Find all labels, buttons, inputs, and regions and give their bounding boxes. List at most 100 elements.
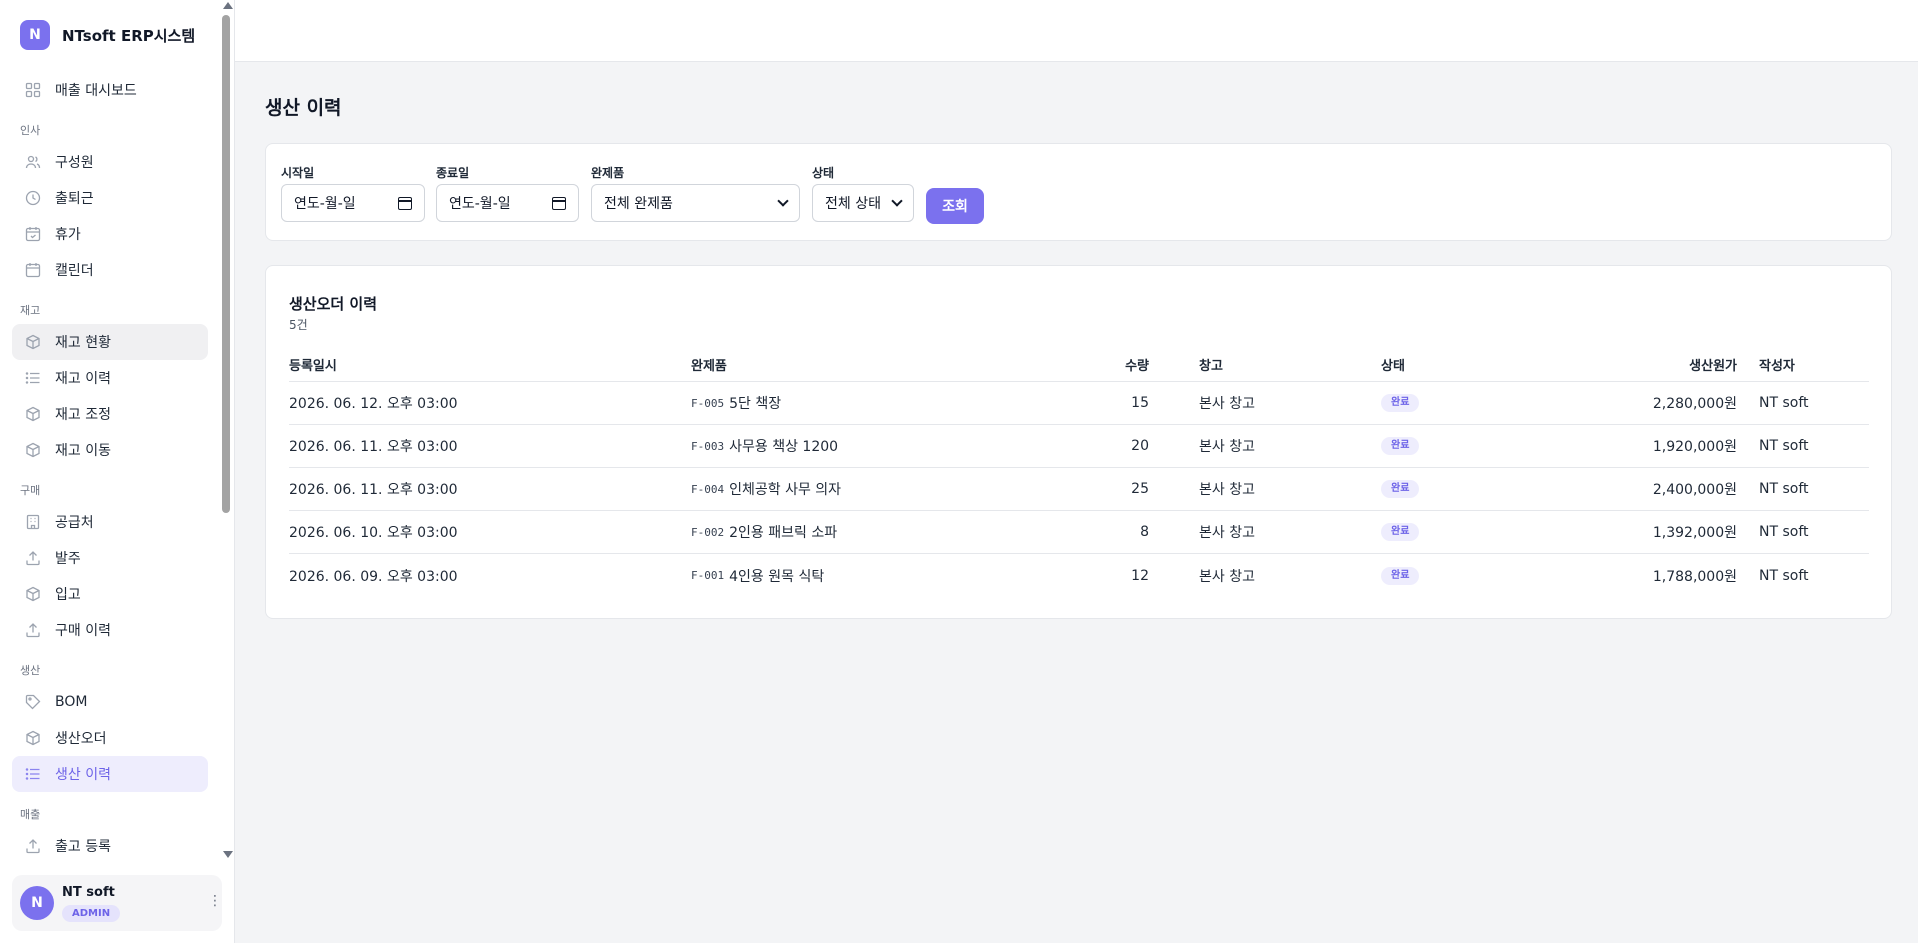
scroll-up-arrow-icon[interactable]: [223, 2, 233, 9]
sidebar-section-label: 매출: [20, 808, 41, 821]
box-icon: [24, 405, 42, 423]
sidebar-section-label: 재고: [20, 304, 41, 317]
sidebar-item[interactable]: 재고 조정: [12, 396, 208, 432]
qty-value: 12: [1131, 567, 1149, 584]
user-card[interactable]: N NT soft ADMIN ⋮: [12, 875, 222, 931]
sidebar-item-label: 출퇴근: [55, 191, 94, 207]
sidebar-item[interactable]: 출퇴근: [12, 180, 208, 216]
sidebar-item[interactable]: 입고: [12, 576, 208, 612]
end-date-value: 연도-월-일: [449, 196, 511, 212]
sidebar-item[interactable]: 매출 대시보드: [12, 72, 208, 108]
sidebar-item[interactable]: 공급처: [12, 504, 208, 540]
row-author: NT soft: [1759, 567, 1809, 584]
status-filter-group: 상태 전체 상태: [812, 164, 914, 222]
sidebar-item[interactable]: 캘린더: [12, 252, 208, 288]
cost-value: 1,920,000원: [1652, 439, 1737, 455]
sidebar-item-label: 휴가: [55, 227, 81, 243]
sidebar-item[interactable]: 생산오더: [12, 720, 208, 756]
status-select[interactable]: 전체 상태: [812, 184, 914, 222]
scroll-down-arrow-icon[interactable]: [223, 851, 233, 858]
upload-icon: [24, 549, 42, 567]
col-warehouse[interactable]: 창고: [1199, 348, 1223, 381]
building-icon: [24, 513, 42, 531]
page-title: 생산 이력: [265, 97, 342, 119]
col-author[interactable]: 작성자: [1759, 348, 1795, 381]
row-date: 2026. 06. 12. 오후 03:00: [289, 396, 458, 412]
sidebar-item-label: 입고: [55, 587, 81, 603]
status-badge: 완료: [1381, 394, 1420, 412]
sidebar-item[interactable]: 재고 현황: [12, 324, 208, 360]
col-status[interactable]: 상태: [1381, 348, 1405, 381]
row-author: NT soft: [1759, 481, 1809, 497]
product-code: F-002: [691, 525, 725, 539]
sidebar-item[interactable]: 출고 등록: [12, 828, 208, 864]
upload-icon: [24, 837, 42, 855]
sidebar-item-label: 생산오더: [55, 731, 107, 747]
sidebar-item[interactable]: 발주: [12, 540, 208, 576]
sidebar: N NTsoft ERP시스템 매출 대시보드 인사 구성원 출퇴근 휴가 캘린더 재고 재고…: [0, 0, 235, 943]
row-status: 완료: [1381, 425, 1420, 467]
table-row[interactable]: 2026. 06. 11. 오후 03:00 F-004 인체공학 사무 의자 25 본…: [289, 468, 1869, 511]
sidebar-item[interactable]: 재고 이동: [12, 432, 208, 468]
row-warehouse: 본사 창고: [1199, 439, 1255, 455]
start-date-input[interactable]: 연도-월-일: [281, 184, 425, 222]
sidebar-item[interactable]: 생산 이력: [12, 756, 208, 792]
row-date: 2026. 06. 11. 오후 03:00: [289, 482, 458, 498]
brand-name: NTsoft ERP시스템: [62, 26, 196, 45]
end-date-group: 종료일 연도-월-일: [436, 164, 579, 222]
avatar: N: [20, 886, 54, 920]
row-warehouse: 본사 창고: [1199, 396, 1255, 412]
status-select-value: 전체 상태: [825, 196, 881, 212]
chevron-down-icon: [777, 195, 789, 207]
product-select[interactable]: 전체 완제품: [591, 184, 800, 222]
list-icon: [24, 765, 42, 783]
sidebar-item-label: 재고 현황: [55, 335, 111, 351]
row-warehouse: 본사 창고: [1199, 568, 1255, 585]
product-name: 인체공학 사무 의자: [729, 482, 842, 498]
table-row[interactable]: 2026. 06. 11. 오후 03:00 F-003 사무용 책상 1200 20…: [289, 425, 1869, 468]
row-status: 완료: [1381, 382, 1420, 424]
sidebar-item[interactable]: 구매 이력: [12, 612, 208, 648]
list-count: 5건: [289, 318, 308, 332]
start-date-label: 시작일: [281, 166, 315, 180]
row-product: F-001 4인용 원목 식탁: [691, 554, 824, 597]
history-card: 생산오더 이력 5건 등록일시 완제품 수량 창고 상태 생산원가 작성자 20…: [265, 265, 1892, 619]
row-product: F-002 2인용 패브릭 소파: [691, 511, 837, 553]
search-button[interactable]: 조회: [926, 188, 984, 224]
list-icon: [24, 369, 42, 387]
sidebar-item-label: 매출 대시보드: [55, 83, 137, 99]
cost-value: 1,788,000원: [1652, 568, 1737, 585]
scroll-thumb[interactable]: [222, 15, 230, 513]
sidebar-item-label: 발주: [55, 551, 81, 567]
sidebar-item[interactable]: BOM: [12, 684, 208, 720]
status-badge: 완료: [1381, 523, 1420, 541]
calendar-icon[interactable]: [398, 196, 412, 210]
table-row[interactable]: 2026. 06. 10. 오후 03:00 F-002 2인용 패브릭 소파 8 본사…: [289, 511, 1869, 554]
qty-value: 8: [1140, 524, 1149, 540]
row-author: NT soft: [1759, 524, 1809, 540]
sidebar-scrollbar[interactable]: [220, 0, 233, 865]
table-row[interactable]: 2026. 06. 12. 오후 03:00 F-005 5단 책장 15 본사 창고 완…: [289, 382, 1869, 425]
table-row[interactable]: 2026. 06. 09. 오후 03:00 F-001 4인용 원목 식탁 12 본사…: [289, 554, 1869, 597]
product-code: F-001: [691, 569, 725, 582]
col-product[interactable]: 완제품: [691, 348, 727, 381]
end-date-label: 종료일: [436, 166, 470, 180]
sidebar-item[interactable]: 휴가: [12, 216, 208, 252]
grid-icon: [24, 81, 42, 99]
row-author: NT soft: [1759, 438, 1809, 454]
row-product: F-003 사무용 책상 1200: [691, 425, 838, 467]
more-vertical-icon[interactable]: ⋮: [208, 893, 222, 913]
brand[interactable]: N NTsoft ERP시스템: [20, 20, 195, 50]
top-bar: [235, 0, 1918, 62]
col-date[interactable]: 등록일시: [289, 348, 337, 381]
sidebar-item-label: 생산 이력: [55, 767, 111, 783]
end-date-input[interactable]: 연도-월-일: [436, 184, 579, 222]
product-name: 5단 책장: [729, 396, 782, 412]
calendar-icon: [24, 261, 42, 279]
col-qty-label: 수량: [1125, 359, 1149, 374]
sidebar-item[interactable]: 재고 이력: [12, 360, 208, 396]
calendar-icon[interactable]: [552, 196, 566, 210]
row-product: F-005 5단 책장: [691, 382, 781, 424]
sidebar-item[interactable]: 구성원: [12, 144, 208, 180]
start-date-group: 시작일 연도-월-일: [281, 164, 425, 222]
